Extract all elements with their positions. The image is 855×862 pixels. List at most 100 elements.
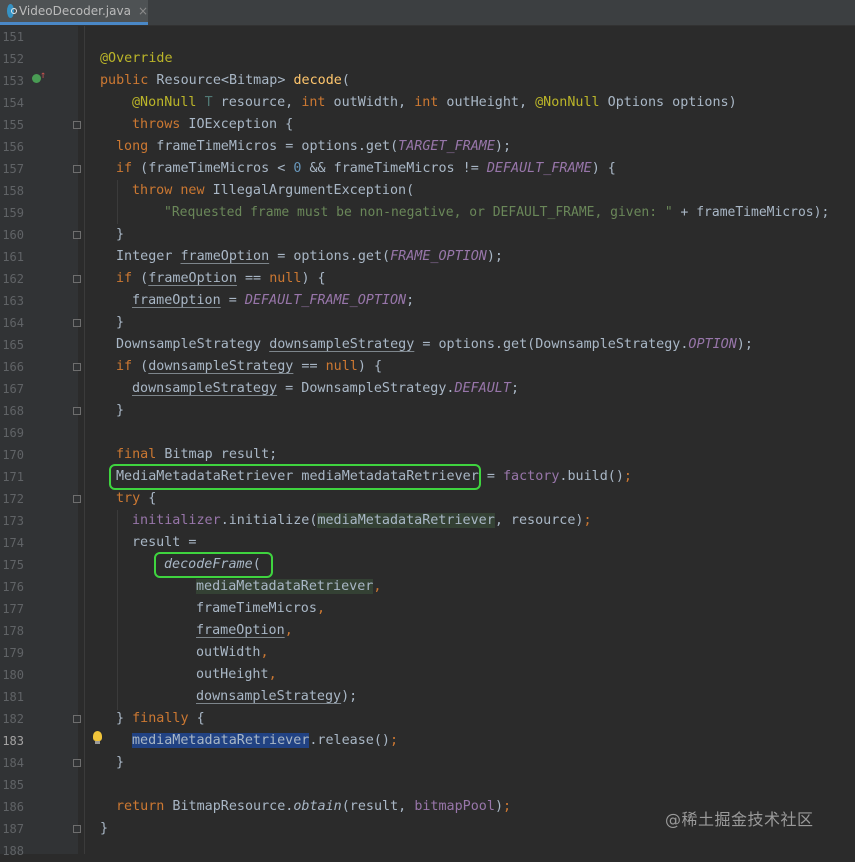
code-line: 163 frameOption = DEFAULT_FRAME_OPTION;: [0, 290, 855, 312]
code-line: 155 throws IOException {: [0, 114, 855, 136]
code-token: =: [478, 469, 503, 484]
code-token: }: [116, 711, 133, 726]
line-number: 162: [2, 272, 24, 286]
line-number: 173: [2, 514, 24, 528]
code-token: if: [116, 271, 133, 286]
code-token: }: [116, 227, 125, 242]
line-number: 182: [2, 712, 24, 726]
code-token: {: [188, 711, 205, 726]
code-token: ;: [406, 293, 415, 308]
code-token: bitmapPool: [414, 799, 495, 814]
code-token: );: [494, 139, 512, 154]
code-token: }: [116, 403, 125, 418]
code-line: 176 mediaMetadataRetriever,: [0, 576, 855, 598]
code-token: );: [486, 249, 503, 264]
code-token: = DownsampleStrategy.: [277, 381, 455, 396]
code-line: 153 public Resource<Bitmap> decode(: [0, 70, 855, 92]
code-line: 157 if (frameTimeMicros < 0 && frameTime…: [0, 158, 855, 180]
code-token: frameTimeMicros: [196, 601, 317, 616]
line-number: 165: [2, 338, 24, 352]
code-token: ;: [510, 381, 519, 396]
code-token: ==: [236, 271, 270, 286]
code-token: obtain: [293, 799, 342, 814]
code-token: ): [494, 799, 503, 814]
code-token: null: [325, 359, 358, 374]
line-number: 166: [2, 360, 24, 374]
code-token: + frameTimeMicros);: [672, 205, 830, 220]
close-tab-icon[interactable]: ×: [138, 4, 148, 18]
code-token: DEFAULT: [454, 381, 511, 396]
code-line: 169: [0, 422, 855, 444]
line-number: 184: [2, 756, 24, 770]
code-token: resource,: [212, 95, 302, 110]
code-line: 159 "Requested frame must be non-negativ…: [0, 202, 855, 224]
code-token: public: [100, 73, 149, 88]
line-number: 163: [2, 294, 24, 308]
code-token: result =: [132, 535, 197, 550]
line-number: 157: [2, 162, 24, 176]
code-token: decode: [293, 73, 342, 88]
code-token: =: [220, 293, 245, 308]
code-token: initializer: [132, 513, 221, 528]
code-token: ;: [583, 513, 592, 528]
code-token: DEFAULT_FRAME: [486, 161, 592, 176]
highlight-box-media-metadata-retriever: [109, 464, 481, 490]
tab-videodecoder-java[interactable]: VideoDecoder.java ×: [0, 0, 148, 25]
code-line: 168 }: [0, 400, 855, 422]
code-token: ;: [390, 733, 399, 748]
line-number: 153: [2, 74, 24, 88]
code-line: 166 if (downsampleStrategy == null) {: [0, 356, 855, 378]
code-token: && frameTimeMicros !=: [301, 161, 487, 176]
code-token: downsampleStrategy: [148, 359, 294, 374]
line-number: 152: [2, 52, 24, 66]
code-token: (frameTimeMicros <: [132, 161, 294, 176]
code-line: 177 frameTimeMicros,: [0, 598, 855, 620]
line-number: 169: [2, 426, 24, 440]
code-token: Integer: [116, 249, 181, 264]
code-token: ,: [284, 623, 293, 638]
code-token: downsampleStrategy: [196, 689, 342, 704]
code-token: mediaMetadataRetriever: [317, 513, 495, 528]
code-token: @NonNull: [132, 95, 197, 110]
code-token: final: [116, 447, 157, 462]
code-line: 181 downsampleStrategy);: [0, 686, 855, 708]
code-token: IllegalArgumentException(: [204, 183, 415, 198]
line-number: 171: [2, 470, 24, 484]
code-line: 158 throw new IllegalArgumentException(: [0, 180, 855, 202]
code-token: DownsampleStrategy: [116, 337, 270, 352]
line-number: 178: [2, 624, 24, 638]
code-token: mediaMetadataRetriever: [196, 579, 374, 594]
code-token: ==: [293, 359, 326, 374]
code-line: 179 outWidth,: [0, 642, 855, 664]
code-token: DEFAULT_FRAME_OPTION: [244, 293, 407, 308]
code-token: (: [132, 359, 149, 374]
code-token: IOException {: [180, 117, 294, 132]
code-token: ) {: [301, 271, 326, 286]
code-line: 160 }: [0, 224, 855, 246]
code-token: Options options): [599, 95, 737, 110]
code-token: ,: [316, 601, 325, 616]
line-number: 176: [2, 580, 24, 594]
code-token: new: [180, 183, 205, 198]
line-number: 160: [2, 228, 24, 242]
code-line: 183 mediaMetadataRetriever.release();: [0, 730, 855, 752]
line-number: 172: [2, 492, 24, 506]
code-line: 162 if (frameOption == null) {: [0, 268, 855, 290]
code-line: 170 final Bitmap result;: [0, 444, 855, 466]
code-line: 174 result =: [0, 532, 855, 554]
code-token: @NonNull: [535, 95, 600, 110]
line-number: 175: [2, 558, 24, 572]
code-token: Bitmap result;: [156, 447, 278, 462]
code-token: TARGET_FRAME: [398, 139, 495, 154]
code-token: finally: [132, 711, 189, 726]
line-number: 181: [2, 690, 24, 704]
line-number: 155: [2, 118, 24, 132]
highlight-box-decode-frame: [154, 552, 273, 578]
code-token: "Requested frame must be non-negative, o…: [164, 205, 673, 220]
line-number: 179: [2, 646, 24, 660]
code-token: try: [116, 491, 141, 506]
code-token: frameOption: [180, 249, 270, 264]
code-line: 184 }: [0, 752, 855, 774]
code-token: outHeight,: [438, 95, 536, 110]
code-token: long: [116, 139, 149, 154]
